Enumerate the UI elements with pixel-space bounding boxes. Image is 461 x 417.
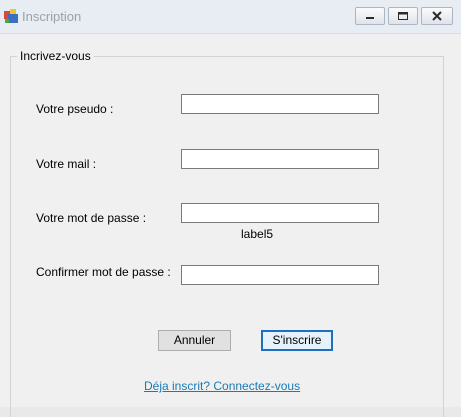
close-icon — [432, 11, 442, 21]
password-label: Votre mot de passe : — [36, 211, 147, 225]
close-button[interactable] — [421, 7, 453, 25]
mail-input[interactable] — [181, 149, 379, 169]
pseudo-label: Votre pseudo : — [36, 102, 114, 116]
pseudo-input[interactable] — [181, 94, 379, 114]
maximize-icon — [398, 12, 408, 20]
minimize-icon — [366, 17, 374, 19]
password-input[interactable] — [181, 203, 379, 223]
confirm-password-label: Confirmer mot de passe : — [36, 265, 171, 279]
minimize-button[interactable] — [355, 7, 385, 25]
signup-button[interactable]: S'inscrire — [261, 330, 333, 351]
login-link[interactable]: Déja inscrit? Connectez-vous — [144, 379, 300, 393]
groupbox-title: Incrivez-vous — [17, 49, 94, 63]
cancel-button[interactable]: Annuler — [158, 330, 231, 351]
form-client-area: Incrivez-vous Votre pseudo : Votre mail … — [0, 34, 461, 417]
confirm-password-input[interactable] — [181, 265, 379, 285]
title-bar: Inscription — [0, 0, 461, 34]
window-title: Inscription — [22, 9, 82, 24]
mail-label: Votre mail : — [36, 157, 97, 171]
app-icon — [3, 8, 19, 24]
maximize-button[interactable] — [388, 7, 418, 25]
password-status-label: label5 — [241, 227, 274, 241]
